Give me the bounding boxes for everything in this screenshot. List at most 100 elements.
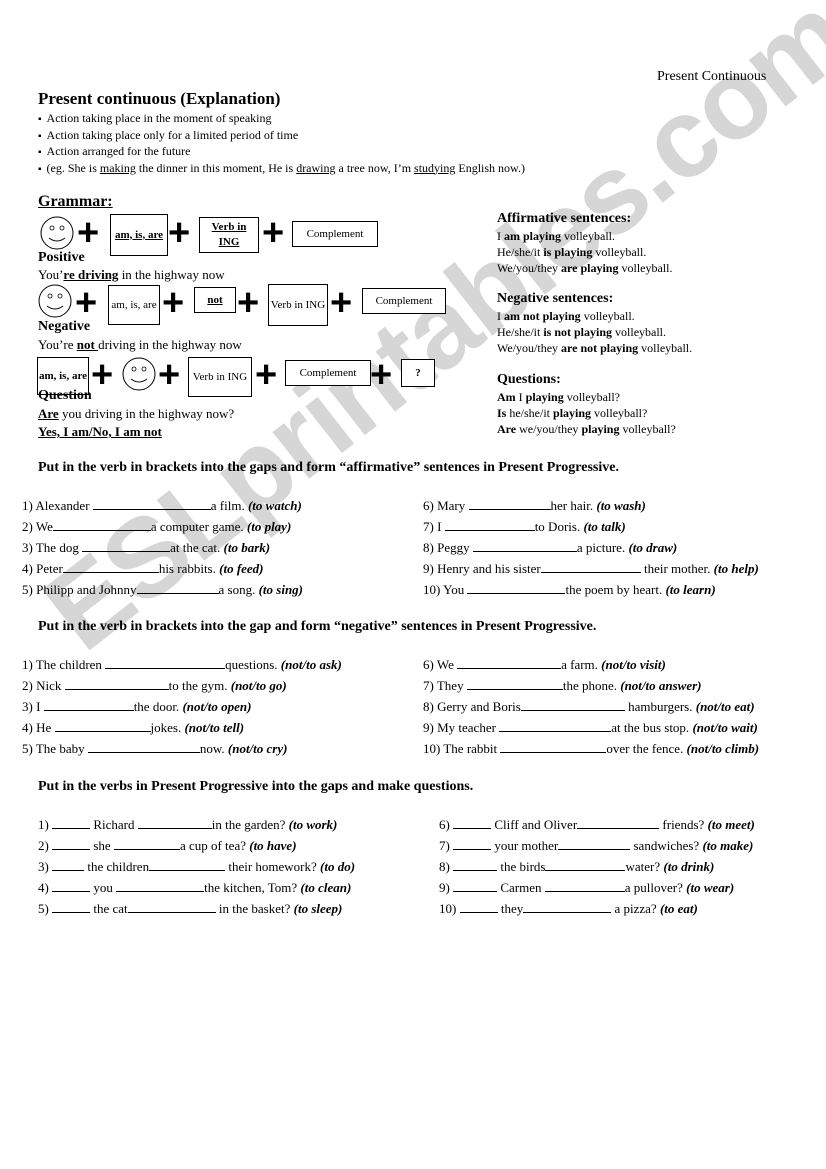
answer-gap[interactable] (453, 859, 498, 871)
formula-box-not: not (194, 287, 236, 313)
positive-example: You’re driving in the highway now (38, 267, 225, 282)
answer-gap[interactable] (136, 582, 219, 594)
exercise-2-instruction: Put in the verb in brackets into the gap… (38, 619, 597, 634)
bullet-item: Action taking place in the moment of spe… (38, 111, 525, 128)
answer-gap[interactable] (113, 838, 180, 850)
example-word: studying (414, 160, 456, 175)
answer-gap[interactable] (472, 540, 577, 552)
plus-icon: + (75, 282, 98, 324)
example-word: drawing (296, 160, 336, 175)
exercise-item: 10) You the poem by heart. (to learn) (423, 582, 716, 597)
answer-gap[interactable] (499, 720, 612, 732)
exercise-item: 8) the birds water? (to drink) (439, 859, 715, 874)
rule-line: Am I playing volleyball? (497, 390, 621, 404)
exercise-item: 5) Philipp and Johnny a song. (to sing) (22, 582, 304, 597)
answer-gap[interactable] (87, 741, 200, 753)
answer-gap[interactable] (453, 817, 492, 829)
answer-gap[interactable] (64, 678, 169, 690)
answer-gap[interactable] (457, 657, 562, 669)
exercise-item: 6) We a farm. (not/to visit) (423, 657, 666, 672)
answer-gap[interactable] (62, 561, 159, 573)
affirmative-rules: Affirmative sentences: I am playing voll… (497, 210, 672, 276)
bullet-item: Action taking place only for a limited p… (38, 128, 525, 145)
rule-line: I am playing volleyball. (497, 229, 616, 243)
answer-gap[interactable] (467, 582, 566, 594)
answer-gap[interactable] (577, 817, 660, 829)
exercise-item: 6) Mary her hair. (to wash) (423, 498, 646, 513)
rule-line: He/she/it is playing volleyball. (497, 245, 647, 259)
plus-icon: + (262, 212, 285, 254)
smiley-icon (38, 284, 72, 318)
explanation-bullets: Action taking place in the moment of spe… (38, 111, 525, 177)
exercise-item: 5) the cat in the basket? (to sleep) (38, 901, 343, 916)
exercise-item: 10) The rabbit over the fence. (not/to c… (423, 741, 760, 756)
affirmative-rules-title: Affirmative sentences: (497, 211, 632, 226)
answer-gap[interactable] (82, 540, 171, 552)
answer-gap[interactable] (520, 699, 625, 711)
answer-gap[interactable] (105, 657, 226, 669)
answer-gap[interactable] (52, 817, 91, 829)
question-rules-title: Questions: (497, 372, 561, 387)
answer-gap[interactable] (523, 901, 612, 913)
answer-gap[interactable] (43, 699, 134, 711)
answer-gap[interactable] (540, 561, 641, 573)
exercise-2-left: 1) The children questions. (not/to ask) … (22, 654, 342, 759)
example-word: making (99, 160, 136, 175)
exercise-3-instruction: Put in the verbs in Present Progressive … (38, 779, 474, 794)
example-text: a tree now, I’m (335, 160, 415, 175)
answer-gap[interactable] (52, 901, 91, 913)
bullet-item-example: (eg. She is making the dinner in this mo… (38, 161, 525, 178)
exercise-item: 3) The dog at the cat. (to bark) (22, 540, 271, 555)
exercise-1-instruction: Put in the verb in brackets into the gap… (38, 460, 619, 475)
answer-gap[interactable] (54, 720, 151, 732)
exercise-item: 8) Peggy a picture. (to draw) (423, 540, 678, 555)
exercise-2-right: 6) We a farm. (not/to visit) 7) They the… (423, 654, 759, 759)
exercise-item: 9) Carmen a pullover? (to wear) (439, 880, 735, 895)
exercise-3-right: 6) Cliff and Oliver friends? (to meet) 7… (439, 814, 755, 919)
answer-gap[interactable] (52, 859, 85, 871)
answer-gap[interactable] (453, 838, 492, 850)
rule-line: Is he/she/it playing volleyball? (497, 406, 648, 420)
exercise-item: 7) I to Doris. (to talk) (423, 519, 626, 534)
negative-label: Negative (38, 319, 91, 334)
answer-gap[interactable] (444, 519, 535, 531)
answer-gap[interactable] (466, 678, 563, 690)
answer-gap[interactable] (137, 817, 212, 829)
formula-box-complement: Complement (285, 360, 371, 386)
rule-line: We/you/they are not playing volleyball. (497, 341, 693, 355)
formula-box-verb: Verb in ING (188, 357, 252, 397)
formula-box-be: am, is, are (110, 214, 168, 256)
example-text: English now.) (455, 160, 525, 175)
formula-box-complement: Complement (292, 221, 378, 247)
answer-gap[interactable] (52, 880, 91, 892)
bullet-item: Action arranged for the future (38, 144, 525, 161)
exercise-item: 2) Nick to the gym. (not/to go) (22, 678, 287, 693)
answer-gap[interactable] (52, 838, 91, 850)
answer-gap[interactable] (127, 901, 216, 913)
rule-line: Are we/you/they playing volleyball? (497, 422, 676, 436)
example-text: (eg. She is (46, 160, 100, 175)
exercise-item: 1) The children questions. (not/to ask) (22, 657, 342, 672)
exercise-item: 4) He jokes. (not/to tell) (22, 720, 245, 735)
grammar-title: Grammar: (38, 193, 113, 210)
answer-gap[interactable] (92, 498, 211, 510)
exercise-item: 4) Peter his rabbits. (to feed) (22, 561, 264, 576)
answer-gap[interactable] (453, 880, 498, 892)
answer-gap[interactable] (468, 498, 551, 510)
rule-line: He/she/it is not playing volleyball. (497, 325, 667, 339)
answer-gap[interactable] (149, 859, 226, 871)
answer-gap[interactable] (500, 741, 607, 753)
formula-box-verb: Verb in ING (199, 217, 259, 253)
answer-gap[interactable] (558, 838, 631, 850)
exercise-item: 2) We a computer game. (to play) (22, 519, 292, 534)
plus-icon: + (255, 354, 278, 396)
answer-gap[interactable] (459, 901, 498, 913)
plus-icon: + (237, 282, 260, 324)
answer-gap[interactable] (116, 880, 205, 892)
answer-gap[interactable] (52, 519, 151, 531)
formula-box-verb: Verb in ING (268, 284, 328, 326)
answer-gap[interactable] (544, 880, 625, 892)
plus-icon: + (168, 212, 191, 254)
plus-icon: + (370, 354, 393, 396)
answer-gap[interactable] (545, 859, 626, 871)
